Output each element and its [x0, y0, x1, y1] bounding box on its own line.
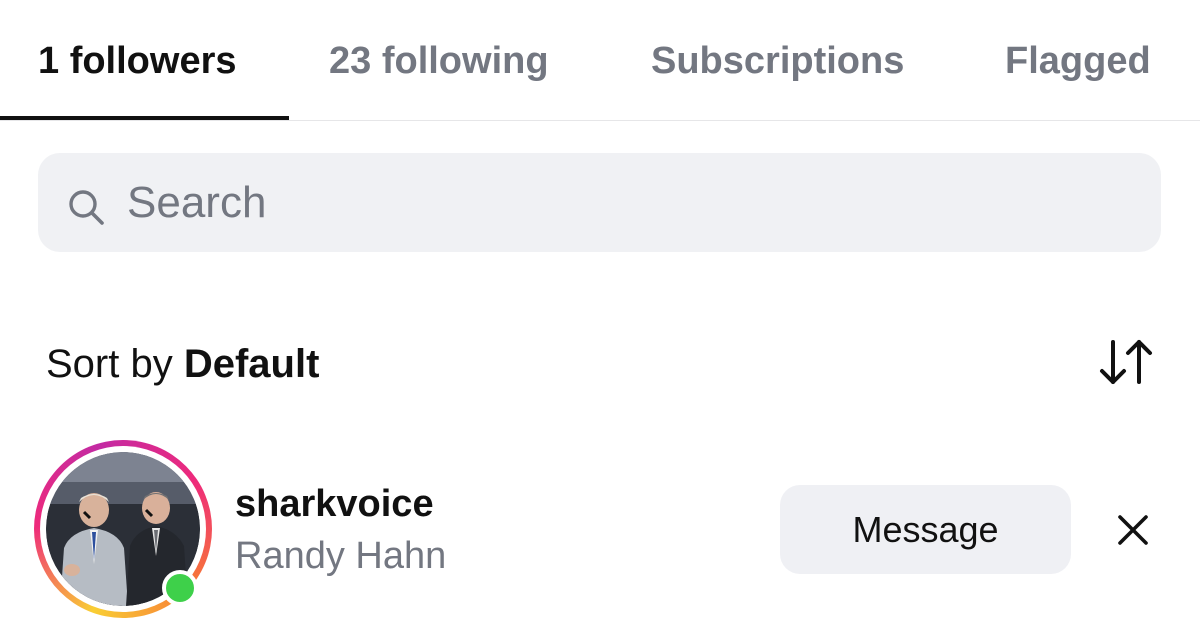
sort-arrows-icon[interactable] [1095, 334, 1159, 390]
search-input[interactable] [127, 170, 1107, 236]
message-button[interactable]: Message [780, 485, 1071, 574]
close-icon[interactable] [1112, 509, 1154, 551]
tab-flagged[interactable]: Flagged [1005, 38, 1151, 84]
tab-followers[interactable]: 1 followers [38, 38, 237, 84]
sort-prefix: Sort by [46, 342, 173, 386]
online-status-dot [162, 570, 198, 606]
sort-label: Sort by Default [46, 340, 319, 388]
sort-value: Default [183, 342, 320, 386]
followers-tab-bar: 1 followers 23 following Subscriptions F… [0, 0, 1200, 121]
search-icon [69, 190, 104, 225]
tab-subscriptions[interactable]: Subscriptions [651, 38, 904, 84]
tab-following[interactable]: 23 following [329, 38, 549, 84]
follower-full-name: Randy Hahn [235, 535, 447, 577]
active-tab-indicator [0, 116, 289, 120]
follower-username[interactable]: sharkvoice [235, 482, 434, 526]
